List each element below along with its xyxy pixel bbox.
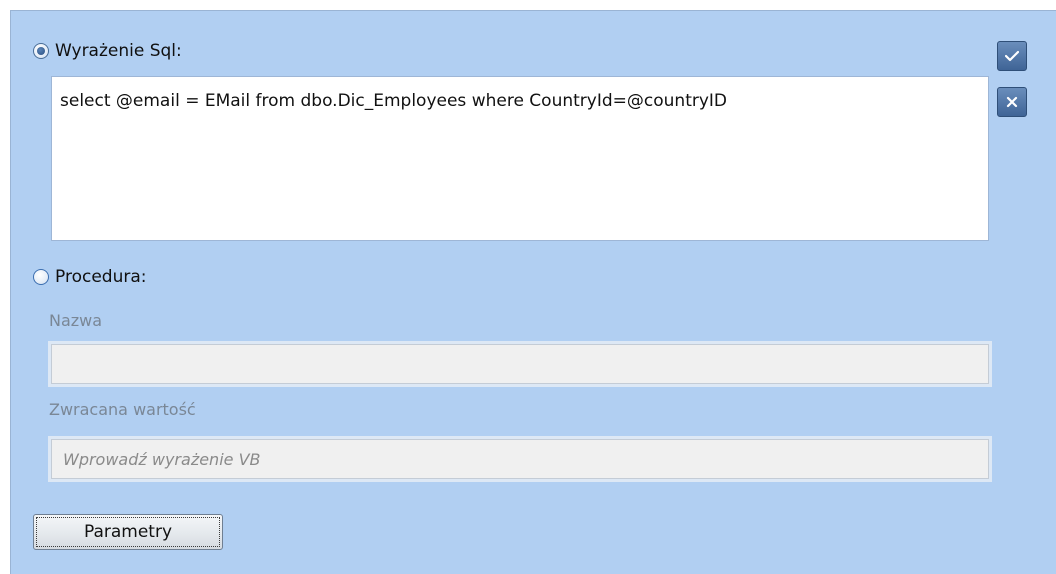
return-value-field[interactable]: Wprowadź wyrażenie VB [48,436,992,482]
radio-sql-expression[interactable]: Wyrażenie Sql: [33,41,182,61]
radio-procedure[interactable]: Procedura: [33,267,146,287]
accept-button[interactable] [997,41,1027,71]
radio-procedure-indicator[interactable] [33,269,49,285]
cancel-button[interactable] [997,87,1027,117]
checkmark-icon [1005,50,1019,62]
radio-procedure-label[interactable]: Procedura: [55,267,146,287]
parameters-button-label: Parametry [83,522,173,542]
procedure-name-field[interactable] [48,341,992,387]
procedure-name-label: Nazwa [49,311,103,330]
return-value-label: Zwracana wartość [49,400,196,419]
radio-sql-indicator[interactable] [33,43,49,59]
sql-editor-panel: Wyrażenie Sql: select @email = EMail fro… [10,10,1056,574]
parameters-button[interactable]: Parametry [33,514,223,550]
sql-query-textarea[interactable]: select @email = EMail from dbo.Dic_Emplo… [51,76,989,241]
radio-sql-label[interactable]: Wyrażenie Sql: [55,41,182,61]
close-icon [1006,96,1018,108]
return-value-placeholder: Wprowadź wyrażenie VB [63,450,261,469]
